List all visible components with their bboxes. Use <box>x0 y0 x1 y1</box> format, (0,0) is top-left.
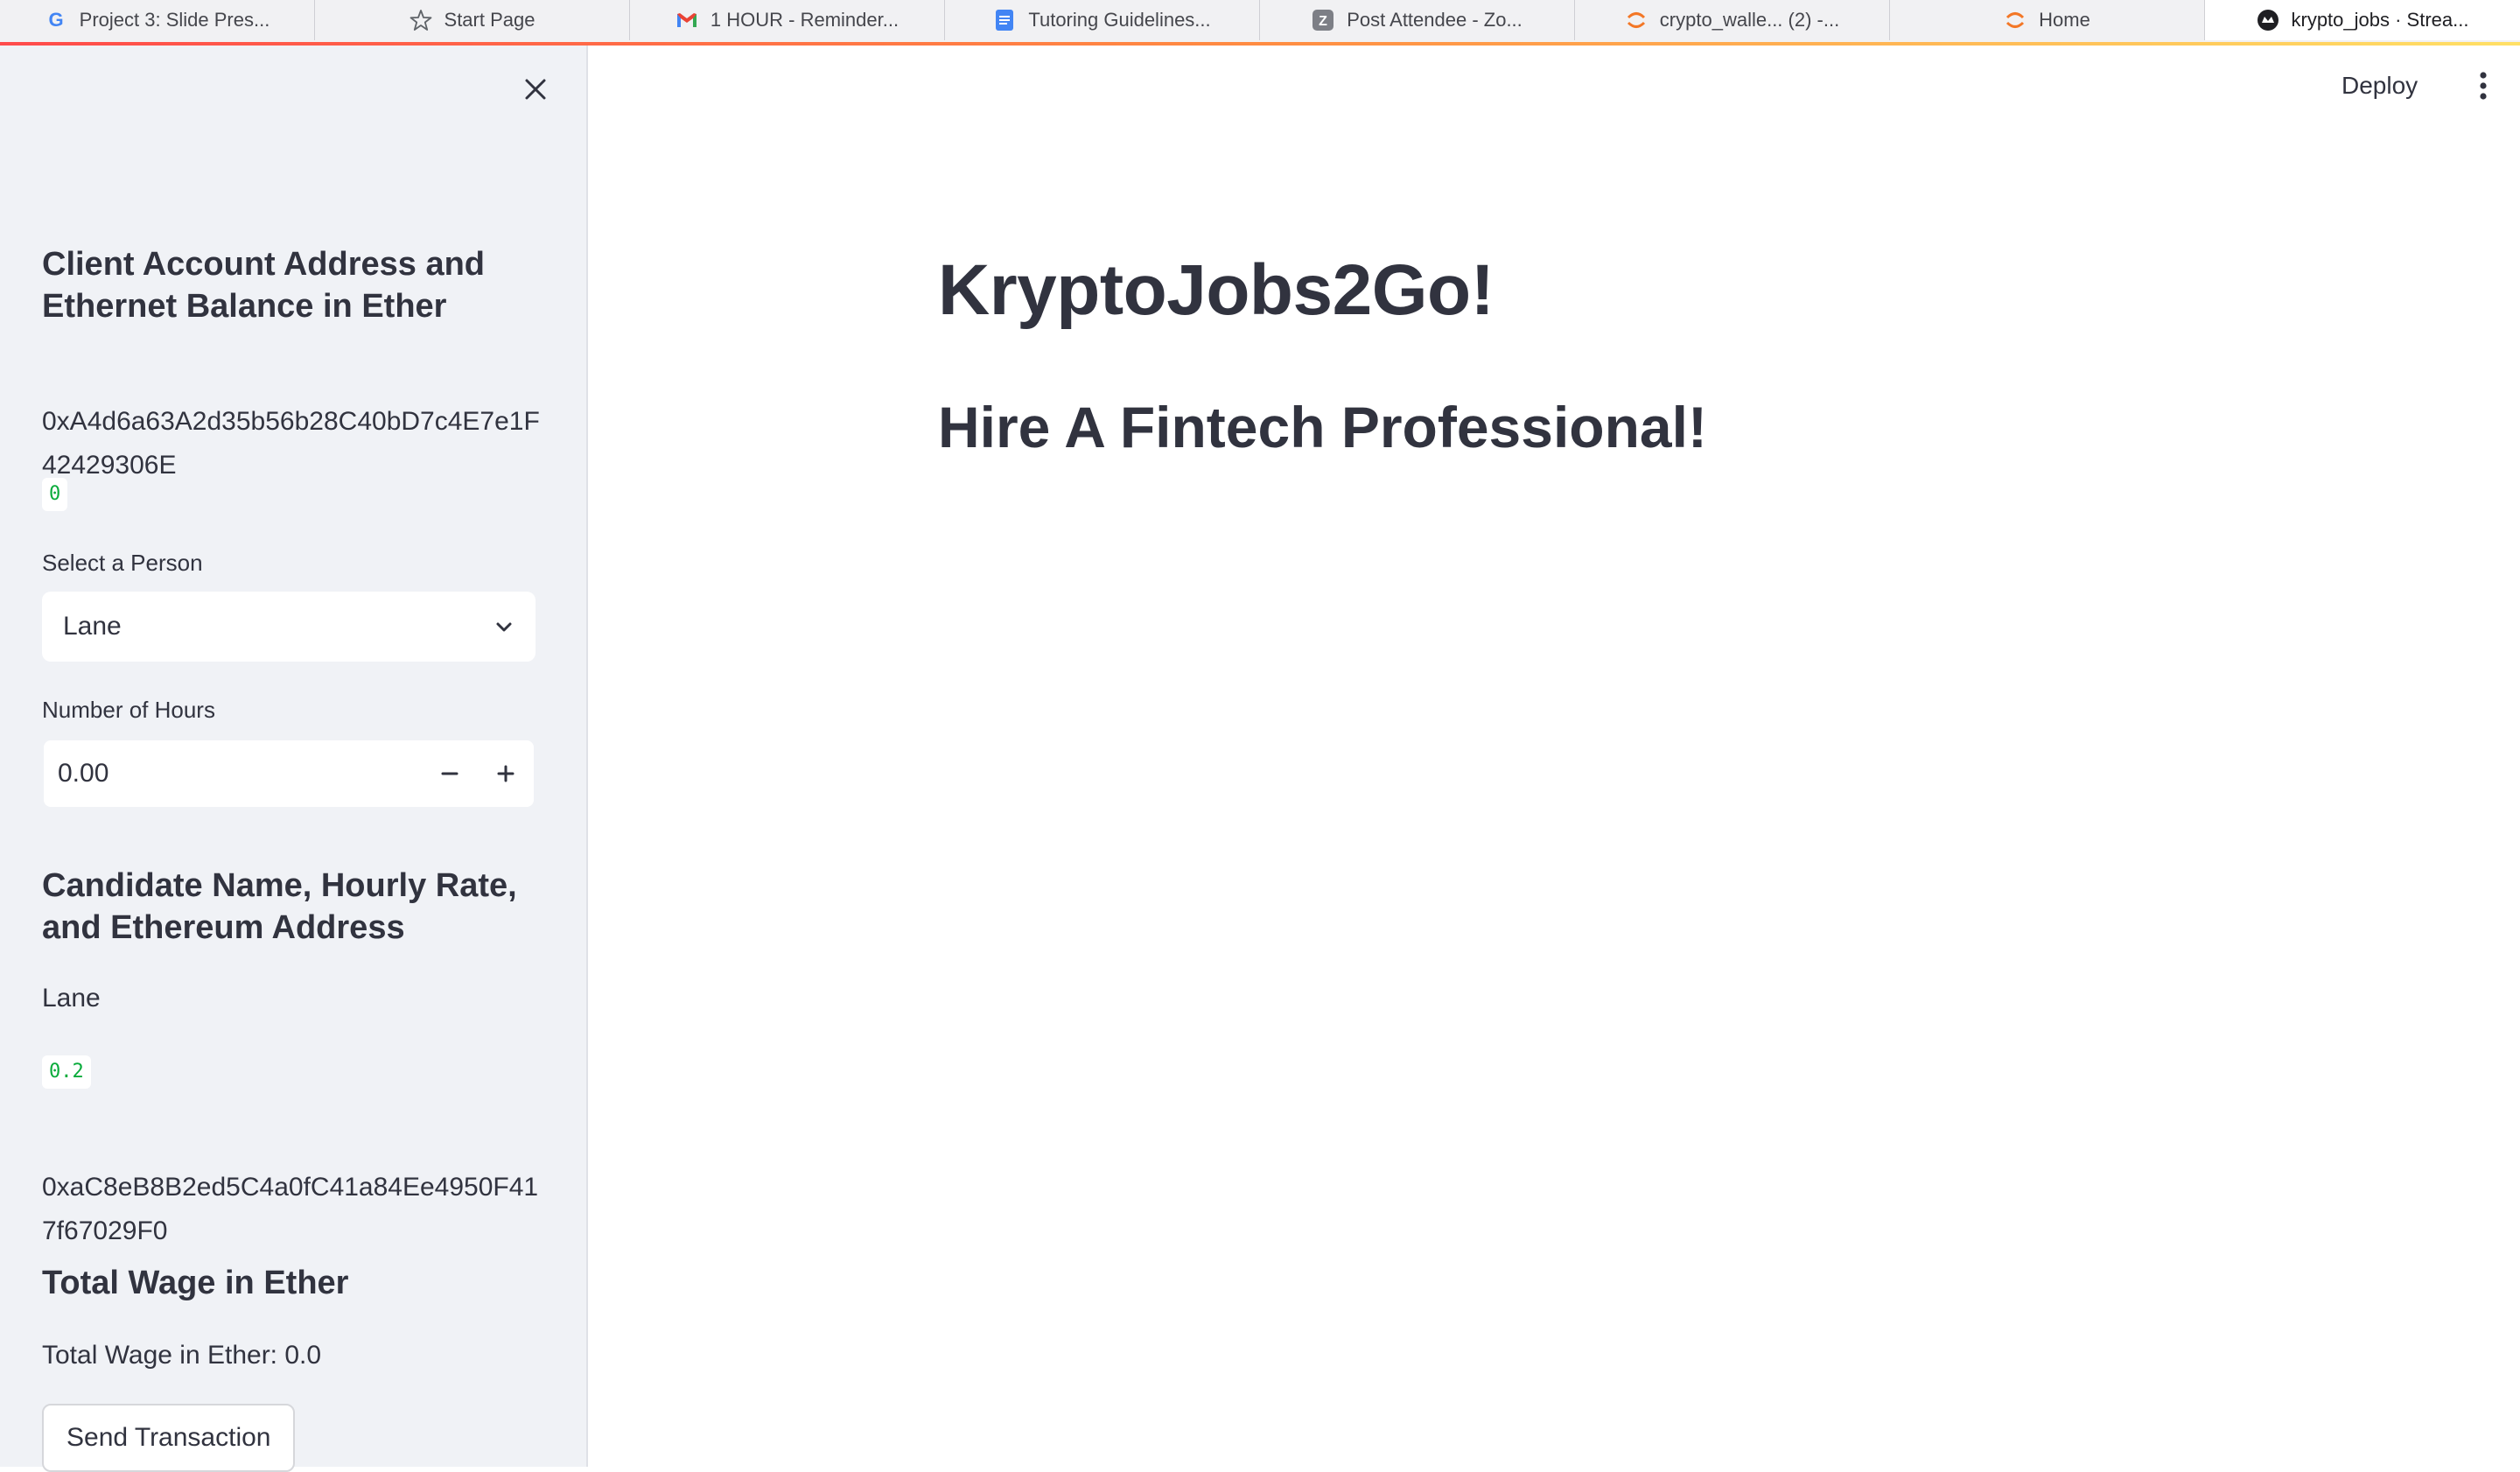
candidate-name: Lane <box>42 984 101 1013</box>
minus-icon <box>441 772 458 775</box>
page-title: KryptoJobs2Go! <box>938 250 1494 330</box>
close-icon <box>525 79 546 100</box>
client-balance-value: 0 <box>42 478 68 511</box>
browser-tab-label: Post Attendee - Zo... <box>1347 9 1522 31</box>
jupyter-icon <box>2004 9 2026 32</box>
select-person-label: Select a Person <box>42 550 203 576</box>
candidate-ethereum-address: 0xaC8eB8B2ed5C4a0fC41a84Ee4950F417f67029… <box>42 1173 539 1245</box>
browser-tab-label: crypto_walle... (2) -... <box>1659 9 1840 31</box>
number-of-hours-label: Number of Hours <box>42 697 215 723</box>
page-subtitle: Hire A Fintech Professional! <box>938 395 1707 459</box>
sidebar: Client Account Address and Ethernet Bala… <box>0 46 588 1472</box>
browser-tab-strip: G Project 3: Slide Pres... Start Page 1 … <box>0 0 2520 44</box>
main-menu-button[interactable] <box>2466 67 2501 105</box>
candidate-hourly-rate: 0.2 <box>42 1055 91 1089</box>
sidebar-close-button[interactable] <box>516 70 555 109</box>
total-wage-heading: Total Wage in Ether <box>42 1265 349 1301</box>
number-of-hours-input[interactable] <box>44 740 422 808</box>
browser-tab-project3[interactable]: G Project 3: Slide Pres... <box>0 0 315 40</box>
total-wage-text: Total Wage in Ether: 0.0 <box>42 1341 322 1370</box>
browser-tab-home[interactable]: Home <box>1890 0 2205 40</box>
client-account-heading: Client Account Address and Ethernet Bala… <box>42 246 486 325</box>
browser-tab-label: krypto_jobs · Strea... <box>2291 9 2469 31</box>
browser-tab-label: Start Page <box>444 9 536 31</box>
browser-tab-gmail[interactable]: 1 HOUR - Reminder... <box>630 0 945 40</box>
browser-tab-label: Project 3: Slide Pres... <box>79 9 270 31</box>
number-of-hours-stepper <box>42 739 536 809</box>
browser-tab-zoom[interactable]: Z Post Attendee - Zo... <box>1260 0 1575 40</box>
streamlit-icon <box>2257 9 2279 32</box>
increment-button[interactable] <box>478 740 534 807</box>
browser-tab-label: 1 HOUR - Reminder... <box>710 9 900 31</box>
kebab-menu-icon <box>2480 72 2487 100</box>
browser-tab-tutoring[interactable]: Tutoring Guidelines... <box>945 0 1260 40</box>
gmail-icon <box>676 9 698 32</box>
jupyter-icon <box>1625 9 1648 32</box>
docs-icon <box>993 9 1016 32</box>
chevron-down-icon <box>496 622 512 632</box>
star-icon <box>410 9 432 32</box>
decrement-button[interactable] <box>422 740 478 807</box>
zoom-icon: Z <box>1312 9 1334 32</box>
google-icon: G <box>45 9 67 32</box>
select-person-value: Lane <box>63 612 122 641</box>
browser-tab-label: Tutoring Guidelines... <box>1028 9 1211 31</box>
send-transaction-button[interactable]: Send Transaction <box>42 1404 296 1472</box>
svg-text:G: G <box>48 9 63 31</box>
candidate-heading: Candidate Name, Hourly Rate, and Ethereu… <box>42 867 517 946</box>
browser-tab-krypto-jobs[interactable]: krypto_jobs · Strea... <box>2205 0 2520 40</box>
client-account-address: 0xA4d6a63A2d35b56b28C40bD7c4E7e1F4242930… <box>42 407 540 480</box>
svg-text:Z: Z <box>1319 14 1327 29</box>
plus-icon <box>497 765 514 782</box>
browser-tab-start-page[interactable]: Start Page <box>315 0 630 40</box>
browser-tab-label: Home <box>2039 9 2090 31</box>
select-person-dropdown[interactable]: Lane <box>42 592 536 662</box>
browser-tab-crypto-wallet[interactable]: crypto_walle... (2) -... <box>1575 0 1890 40</box>
deploy-button[interactable]: Deploy <box>2342 63 2418 109</box>
